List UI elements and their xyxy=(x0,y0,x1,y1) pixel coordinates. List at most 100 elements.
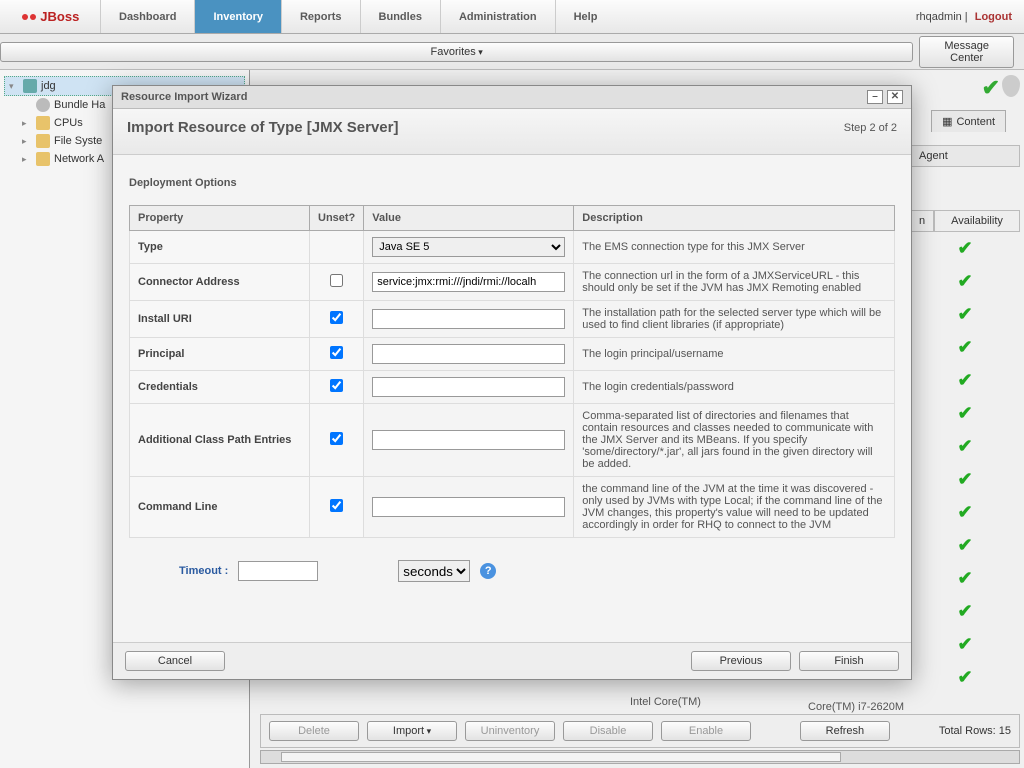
dialog-body: Deployment Options Property Unset? Value… xyxy=(113,155,911,642)
availability-up-icon: ✔ xyxy=(910,298,1020,331)
disable-button[interactable]: Disable xyxy=(563,721,653,741)
availability-up-icon: ✔ xyxy=(910,529,1020,562)
property-name: Additional Class Path Entries xyxy=(130,404,310,477)
col-header-availability[interactable]: Availability xyxy=(934,210,1020,232)
col-property: Property xyxy=(130,206,310,231)
timeout-unit-select[interactable]: seconds xyxy=(398,560,470,582)
unset-cell xyxy=(310,301,364,338)
detail-tabs: ▦Content xyxy=(931,110,1006,132)
availability-up-icon: ✔ xyxy=(910,397,1020,430)
nav-help[interactable]: Help xyxy=(555,0,616,33)
value-select[interactable]: Java SE 5 xyxy=(372,237,565,257)
total-rows: Total Rows: 15 xyxy=(939,725,1011,737)
agent-bar: Agent xyxy=(910,145,1020,167)
nav-bundles[interactable]: Bundles xyxy=(360,0,440,33)
value-input[interactable] xyxy=(372,344,565,364)
availability-up-icon: ✔ xyxy=(910,463,1020,496)
previous-button[interactable]: Previous xyxy=(691,651,791,671)
dialog-titlebar[interactable]: Resource Import Wizard – ✕ xyxy=(113,86,911,109)
timeout-row: Timeout : seconds ? xyxy=(129,560,895,582)
availability-up-icon: ✔ xyxy=(910,562,1020,595)
col-description: Description xyxy=(574,206,895,231)
timeout-input[interactable] xyxy=(238,561,318,581)
section-title: Deployment Options xyxy=(129,177,895,189)
value-input[interactable] xyxy=(372,497,565,517)
uninventory-button[interactable]: Uninventory xyxy=(465,721,555,741)
delete-button[interactable]: Delete xyxy=(269,721,359,741)
nav-dashboard[interactable]: Dashboard xyxy=(100,0,194,33)
favorites-button[interactable]: Favorites xyxy=(0,42,913,62)
minimize-icon[interactable]: – xyxy=(867,90,883,104)
availability-up-icon: ✔ xyxy=(910,496,1020,529)
availability-check-icon: ✔ xyxy=(982,75,1000,101)
value-input[interactable] xyxy=(372,377,565,397)
wizard-step: Step 2 of 2 xyxy=(844,122,897,134)
property-description: The login principal/username xyxy=(574,338,895,371)
nav-administration[interactable]: Administration xyxy=(440,0,555,33)
logout-link[interactable]: Logout xyxy=(975,11,1012,23)
dialog-heading: Import Resource of Type [JMX Server] xyxy=(127,119,398,136)
value-input[interactable] xyxy=(372,309,565,329)
message-center-button[interactable]: Message Center xyxy=(919,36,1014,68)
table-cell: Intel Core(TM) xyxy=(630,696,701,708)
property-row: Command Linethe command line of the JVM … xyxy=(130,477,895,538)
folder-icon xyxy=(36,116,50,130)
value-cell xyxy=(364,404,574,477)
availability-up-icon: ✔ xyxy=(910,364,1020,397)
unset-cell xyxy=(310,404,364,477)
availability-up-icon: ✔ xyxy=(910,232,1020,265)
property-row: CredentialsThe login credentials/passwor… xyxy=(130,371,895,404)
help-icon[interactable]: ? xyxy=(480,563,496,579)
value-cell xyxy=(364,477,574,538)
property-description: Comma-separated list of directories and … xyxy=(574,404,895,477)
property-row: Connector Address The connection url in t… xyxy=(130,264,895,301)
unset-checkbox[interactable] xyxy=(330,499,343,512)
dialog-title: Resource Import Wizard xyxy=(121,91,247,103)
col-value: Value xyxy=(364,206,574,231)
cancel-button[interactable]: Cancel xyxy=(125,651,225,671)
import-button[interactable]: Import xyxy=(367,721,457,741)
unset-checkbox[interactable] xyxy=(330,311,343,324)
unset-checkbox[interactable] xyxy=(330,274,343,287)
sub-bar: Favorites Message Center xyxy=(0,34,1024,70)
refresh-button[interactable]: Refresh xyxy=(800,721,890,741)
value-cell xyxy=(364,338,574,371)
horizontal-scrollbar[interactable] xyxy=(260,750,1020,764)
value-cell xyxy=(364,371,574,404)
value-cell xyxy=(364,301,574,338)
availability-up-icon: ✔ xyxy=(910,628,1020,661)
top-nav: Dashboard Inventory Reports Bundles Admi… xyxy=(100,0,615,33)
property-name: Install URI xyxy=(130,301,310,338)
availability-up-icon: ✔ xyxy=(910,331,1020,364)
user-name: rhqadmin xyxy=(916,11,962,23)
dialog-header: Import Resource of Type [JMX Server] Ste… xyxy=(113,109,911,155)
finish-button[interactable]: Finish xyxy=(799,651,899,671)
value-input[interactable] xyxy=(372,272,565,292)
property-name: Command Line xyxy=(130,477,310,538)
enable-button[interactable]: Enable xyxy=(661,721,751,741)
user-area: rhqadmin | Logout xyxy=(916,0,1024,33)
unset-checkbox[interactable] xyxy=(330,432,343,445)
property-description: The connection url in the form of a JMXS… xyxy=(574,264,895,301)
properties-table: Property Unset? Value Description TypeJa… xyxy=(129,205,895,538)
nav-inventory[interactable]: Inventory xyxy=(194,0,281,33)
property-row: PrincipalThe login principal/username xyxy=(130,338,895,371)
unset-cell xyxy=(310,231,364,264)
tab-content[interactable]: ▦Content xyxy=(931,110,1006,132)
property-description: The EMS connection type for this JMX Ser… xyxy=(574,231,895,264)
close-icon[interactable]: ✕ xyxy=(887,90,903,104)
folder-icon xyxy=(36,134,50,148)
table-cell: Core(TM) i7-2620M xyxy=(808,701,904,714)
property-row: Additional Class Path Entries Comma-separ… xyxy=(130,404,895,477)
col-header[interactable]: n xyxy=(910,210,934,232)
nav-reports[interactable]: Reports xyxy=(281,0,360,33)
unset-checkbox[interactable] xyxy=(330,346,343,359)
unset-checkbox[interactable] xyxy=(330,379,343,392)
property-row: Install URIThe installation path for the… xyxy=(130,301,895,338)
folder-icon xyxy=(36,152,50,166)
availability-up-icon: ✔ xyxy=(910,430,1020,463)
property-row: TypeJava SE 5The EMS connection type for… xyxy=(130,231,895,264)
property-name: Connector Address xyxy=(130,264,310,301)
value-input[interactable] xyxy=(372,430,565,450)
availability-up-icon: ✔ xyxy=(910,265,1020,298)
